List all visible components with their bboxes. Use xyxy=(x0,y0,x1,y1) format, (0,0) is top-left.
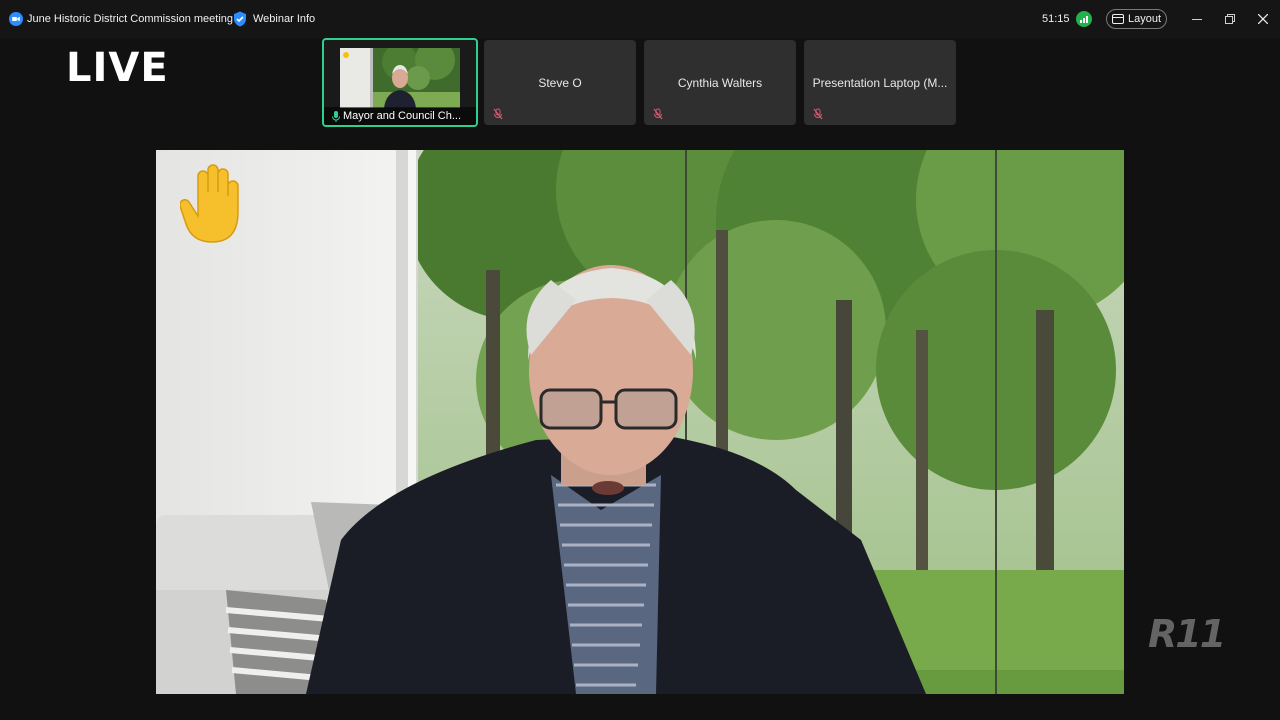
participant-tile[interactable]: Cynthia Walters xyxy=(644,40,796,125)
network-signal-icon[interactable] xyxy=(1076,11,1092,27)
mic-muted-icon xyxy=(813,108,823,120)
minimize-icon xyxy=(1192,19,1202,20)
live-banner: LIVE xyxy=(66,45,169,91)
layout-grid-icon xyxy=(1111,14,1124,24)
layout-label: Layout xyxy=(1127,13,1162,25)
main-speaker-video[interactable] xyxy=(156,150,1124,694)
mic-icon xyxy=(332,110,340,122)
restore-icon xyxy=(1225,14,1235,24)
participant-label: Mayor and Council Ch... xyxy=(324,107,476,125)
layout-button[interactable]: Layout xyxy=(1106,9,1167,29)
mic-muted-icon xyxy=(653,108,663,120)
participant-video-thumbnail xyxy=(340,48,460,108)
participant-tile[interactable]: Presentation Laptop (M... xyxy=(804,40,956,125)
participant-name: Cynthia Walters xyxy=(677,76,763,90)
participant-tile[interactable]: Steve O xyxy=(484,40,636,125)
zoom-logo-icon xyxy=(9,12,23,26)
meeting-timer: 51:15 xyxy=(1042,13,1070,25)
participant-name: Presentation Laptop (M... xyxy=(812,76,948,90)
speaker-video-frame xyxy=(156,150,1124,694)
close-icon xyxy=(1258,14,1268,24)
title-bar: June Historic District Commission meetin… xyxy=(0,0,1280,38)
shield-icon xyxy=(234,11,246,27)
minimize-button[interactable] xyxy=(1188,10,1206,28)
channel-watermark: R11 xyxy=(1148,612,1226,656)
restore-button[interactable] xyxy=(1221,10,1239,28)
close-button[interactable] xyxy=(1254,10,1272,28)
participant-name: Steve O xyxy=(538,76,582,90)
participant-name: Mayor and Council Ch... xyxy=(343,110,461,122)
meeting-title: June Historic District Commission meetin… xyxy=(27,13,233,25)
webinar-info-button[interactable]: Webinar Info xyxy=(233,10,315,28)
mic-muted-icon xyxy=(493,108,503,120)
webinar-info-label: Webinar Info xyxy=(253,13,316,25)
participant-tile-active[interactable]: Mayor and Council Ch... xyxy=(322,38,478,127)
raised-hand-icon xyxy=(180,164,239,243)
